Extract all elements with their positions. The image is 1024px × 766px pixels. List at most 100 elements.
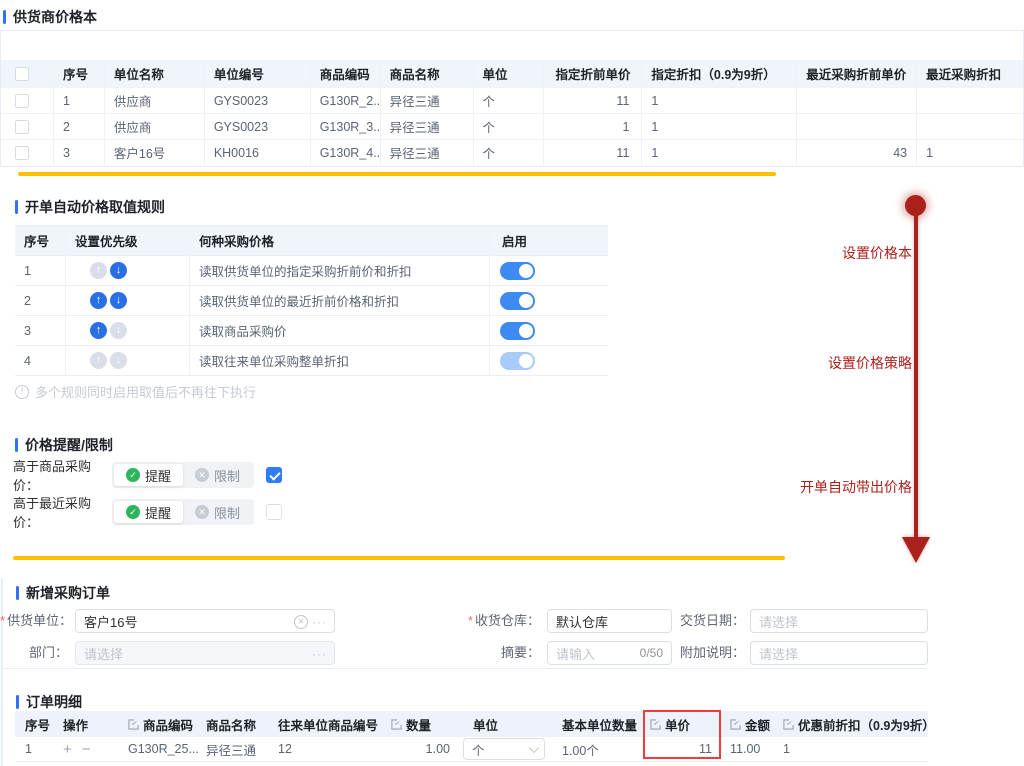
header-cell: 最近采购折扣 — [917, 60, 1023, 87]
header-cell: 序号 — [15, 711, 55, 737]
row-checkbox[interactable] — [15, 94, 29, 108]
enable-toggle[interactable] — [500, 322, 535, 340]
table-row: 2 供应商 GYS0023 G130R_3... 异径三通 个 1 1 — [1, 113, 1023, 139]
price-limit-checkbox[interactable] — [266, 467, 282, 483]
supplier-field-label: *供货单位： — [0, 609, 68, 633]
price-limit-row: 高于最近采购价： ✓ 提醒 ✕ 限制 — [13, 499, 282, 525]
enable-toggle[interactable] — [500, 262, 535, 280]
rule-row: 1 ↑ ↓ 读取供货单位的指定采购折前价和折扣 — [15, 256, 608, 286]
price-limit-label: 高于最近采购价： — [13, 493, 112, 531]
rule-row: 2 ↑ ↓ 读取供货单位的最近折前价格和折扣 — [15, 286, 608, 316]
delivery-date-label: 交货日期： — [645, 609, 745, 633]
section-title-order-details: 订单明细 — [16, 692, 82, 712]
cell-product-code[interactable]: G130R_25... — [120, 737, 198, 761]
cell-product-name: 异径三通 — [381, 140, 474, 165]
move-up-icon[interactable]: ↑ — [90, 322, 107, 339]
section-title-price-rules: 开单自动价格取值规则 — [15, 197, 165, 217]
cell-partner-code: 12 — [270, 737, 383, 761]
table-header-row: 序号 单位名称 单位编号 商品编码 商品名称 单位 指定折前单价 指定折扣（0.… — [1, 60, 1023, 87]
cell-unit-name: 客户16号 — [105, 140, 205, 165]
department-input[interactable]: 请选择 ··· — [75, 641, 335, 665]
cell-discount: 1 — [642, 114, 797, 139]
cell-unit-code: GYS0023 — [205, 88, 311, 113]
cell-pre-discount[interactable]: 1 — [775, 737, 928, 761]
section-title-text: 开单自动价格取值规则 — [25, 197, 165, 217]
move-up-icon[interactable]: ↑ — [90, 262, 107, 279]
cell-unit-code: GYS0023 — [205, 114, 311, 139]
yellow-divider — [13, 556, 785, 560]
cell-product-name: 异径三通 — [198, 737, 270, 761]
cell-discount: 1 — [642, 88, 797, 113]
cell-recent-discount — [917, 88, 1023, 113]
unit-select[interactable]: 个 — [463, 738, 545, 760]
header-cell: 设置优先级 — [66, 226, 190, 255]
cell-unit: 个 — [474, 114, 545, 139]
x-circle-icon: ✕ — [195, 468, 209, 482]
supplier-input[interactable]: 客户16号 ✕ ··· — [75, 609, 335, 633]
cell-amount[interactable]: 11.00 — [722, 737, 775, 761]
cell-base-quantity: 1.00个 — [553, 737, 640, 761]
row-checkbox[interactable] — [15, 146, 29, 160]
extra-note-input[interactable]: 请选择 — [750, 641, 928, 665]
rule-seq: 1 — [15, 256, 66, 285]
delivery-date-input[interactable]: 请选择 — [750, 609, 928, 633]
cell-recent-price — [797, 114, 917, 139]
header-cell: 指定折扣（0.9为9折） — [642, 60, 797, 87]
table-toolbar-empty — [1, 31, 1023, 60]
row-checkbox[interactable] — [15, 120, 29, 134]
cell-quantity[interactable]: 1.00 — [383, 737, 458, 761]
limit-option[interactable]: ✕ 限制 — [183, 464, 252, 486]
move-down-icon[interactable]: ↓ — [110, 262, 127, 279]
remove-row-button[interactable]: − — [82, 742, 91, 757]
cell-seq: 1 — [54, 88, 105, 113]
cell-product-code: G130R_4... — [311, 140, 381, 165]
title-accent-bar — [3, 10, 6, 24]
order-details-table: 序号 操作 商品编码 商品名称 往来单位商品编号 数量 单位 基本单位数量 单价… — [15, 711, 928, 762]
enable-toggle[interactable] — [500, 352, 535, 370]
remind-option[interactable]: ✓ 提醒 — [114, 464, 183, 486]
move-up-icon[interactable]: ↑ — [90, 292, 107, 309]
remind-option[interactable]: ✓ 提醒 — [114, 501, 183, 523]
select-all-checkbox[interactable] — [15, 67, 29, 81]
department-field-label: 部门： — [0, 641, 68, 665]
more-icon[interactable]: ··· — [312, 647, 327, 661]
move-down-icon[interactable]: ↓ — [110, 352, 127, 369]
annotation-arrow-line — [914, 213, 918, 542]
more-icon[interactable]: ··· — [312, 615, 327, 629]
cell-price: 11 — [544, 140, 642, 165]
section-title-supplier-price-book: 供货商价格本 — [3, 7, 97, 27]
header-cell: 商品编码 — [120, 711, 198, 737]
move-down-icon[interactable]: ↓ — [110, 292, 127, 309]
cell-recent-discount: 1 — [917, 140, 1023, 165]
cell-recent-price: 43 — [797, 140, 917, 165]
cell-unit-price[interactable]: 11 — [640, 737, 722, 761]
rules-header-row: 序号 设置优先级 何种采购价格 启用 — [15, 226, 608, 256]
cell-product-name: 异径三通 — [381, 114, 474, 139]
header-cell: 金额 — [722, 711, 775, 737]
annotation-step1: 设置价格本 — [742, 243, 912, 263]
rule-row: 3 ↑ ↓ 读取商品采购价 — [15, 316, 608, 346]
rule-desc: 读取商品采购价 — [190, 316, 490, 345]
clear-icon[interactable]: ✕ — [294, 615, 308, 629]
annotation-step3: 开单自动带出价格 — [742, 477, 912, 497]
add-row-button[interactable]: + — [63, 742, 72, 757]
summary-field-label: 摘要： — [440, 641, 540, 665]
header-cell: 基本单位数量 — [553, 711, 640, 737]
limit-option[interactable]: ✕ 限制 — [183, 501, 252, 523]
enable-toggle[interactable] — [500, 292, 535, 310]
edit-icon — [783, 719, 794, 730]
annotation-arrowhead-icon — [902, 537, 930, 563]
header-cell: 指定折前单价 — [544, 60, 642, 87]
cell-operations: + − — [55, 737, 120, 761]
header-cell: 单价 — [640, 711, 722, 737]
price-limit-checkbox[interactable] — [266, 504, 282, 520]
info-icon: ! — [15, 385, 29, 399]
edit-icon — [730, 719, 741, 730]
supplier-price-table: 序号 单位名称 单位编号 商品编码 商品名称 单位 指定折前单价 指定折扣（0.… — [0, 30, 1024, 167]
panel-divider — [2, 668, 928, 669]
move-down-icon[interactable]: ↓ — [110, 322, 127, 339]
cell-recent-price — [797, 88, 917, 113]
rule-desc: 读取供货单位的最近折前价格和折扣 — [190, 286, 490, 315]
move-up-icon[interactable]: ↑ — [90, 352, 107, 369]
section-title-text: 供货商价格本 — [13, 7, 97, 27]
